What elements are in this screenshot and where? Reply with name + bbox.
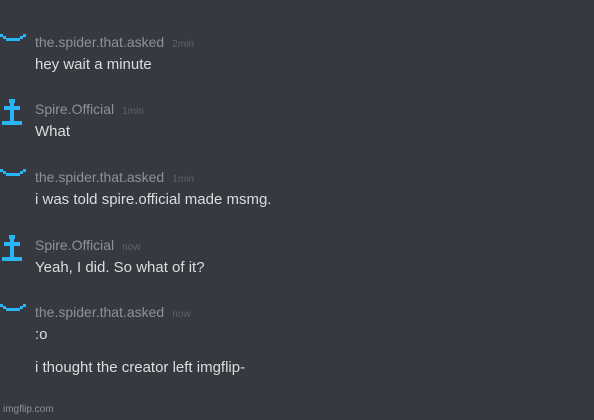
- spire-cross-icon[interactable]: [0, 235, 28, 263]
- username[interactable]: the.spider.that.asked: [35, 34, 164, 50]
- message-text: Yeah, I did. So what of it?: [35, 259, 205, 276]
- message-header: the.spider.that.asked 1min: [35, 169, 194, 188]
- message-text: :o: [35, 326, 48, 343]
- message-header: Spire.Official 1min: [35, 101, 144, 120]
- message-text: i thought the creator left imgflip-: [35, 359, 246, 376]
- imgflip-watermark: imgflip.com: [3, 404, 54, 415]
- username[interactable]: the.spider.that.asked: [35, 169, 164, 185]
- spider-face-icon[interactable]: [0, 169, 28, 197]
- message-header: Spire.Official now: [35, 237, 140, 256]
- timestamp: now: [172, 309, 191, 320]
- username[interactable]: Spire.Official: [35, 237, 114, 253]
- message-text: i was told spire.official made msmg.: [35, 191, 272, 208]
- timestamp: now: [122, 242, 141, 253]
- timestamp: 1min: [122, 106, 144, 117]
- username[interactable]: Spire.Official: [35, 101, 114, 117]
- message-text: hey wait a minute: [35, 56, 152, 73]
- message-header: the.spider.that.asked 2min: [35, 34, 194, 53]
- username[interactable]: the.spider.that.asked: [35, 304, 164, 320]
- message-header: the.spider.that.asked now: [35, 304, 191, 323]
- timestamp: 2min: [172, 39, 194, 50]
- spider-face-icon[interactable]: [0, 34, 28, 62]
- spider-face-icon[interactable]: [0, 304, 28, 332]
- timestamp: 1min: [172, 174, 194, 185]
- message-text: What: [35, 123, 71, 140]
- spire-cross-icon[interactable]: [0, 99, 28, 127]
- chat-log: the.spider.that.asked 2min hey wait a min…: [0, 0, 594, 420]
